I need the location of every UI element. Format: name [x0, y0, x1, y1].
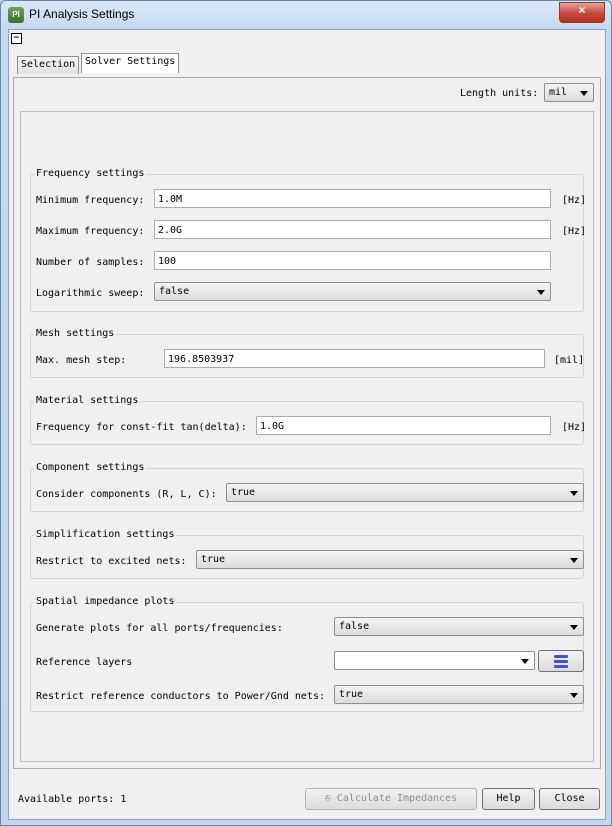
frequency-settings-group: Frequency settings Minimum frequency: 1.…: [30, 168, 587, 312]
reference-layers-button[interactable]: [538, 650, 584, 672]
consider-components-value: true: [231, 487, 256, 498]
generate-plots-label: Generate plots for all ports/frequencies…: [36, 623, 283, 634]
collapse-icon[interactable]: −: [11, 33, 22, 44]
group-title: Material settings: [34, 395, 141, 406]
consider-components-select[interactable]: true: [226, 483, 584, 502]
log-sweep-value: false: [159, 286, 190, 297]
group-title: Mesh settings: [34, 328, 117, 339]
chevron-down-icon: [521, 659, 529, 664]
settings-scroll-area: Frequency settings Minimum frequency: 1.…: [20, 111, 594, 762]
restrict-reference-select[interactable]: true: [334, 685, 584, 704]
app-icon: PI: [8, 7, 24, 23]
min-frequency-label: Minimum frequency:: [36, 195, 145, 206]
min-frequency-unit: [Hz]: [562, 195, 587, 206]
solver-settings-panel: Length units: mil Frequency settings Min…: [13, 77, 601, 769]
calculate-impedances-label: Calculate Impedances: [336, 793, 458, 804]
help-button[interactable]: Help: [482, 788, 535, 810]
group-title: Frequency settings: [34, 168, 147, 179]
consider-components-label: Consider components (R, L, C):: [36, 489, 217, 500]
chevron-down-icon: [537, 290, 545, 295]
min-frequency-input[interactable]: 1.0M: [154, 189, 551, 208]
log-sweep-select[interactable]: false: [154, 282, 551, 301]
group-title: Spatial impedance plots: [34, 596, 177, 607]
mesh-step-label: Max. mesh step:: [36, 355, 127, 366]
restrict-reference-value: true: [339, 689, 364, 700]
max-frequency-label: Maximum frequency:: [36, 226, 145, 237]
available-ports-text: Available ports: 1: [18, 794, 127, 805]
client-area: − Selection Solver Settings Length units…: [8, 29, 606, 820]
tab-selection[interactable]: Selection: [17, 56, 80, 74]
close-button[interactable]: Close: [539, 788, 600, 810]
chevron-down-icon: [570, 693, 578, 698]
group-title: Simplification settings: [34, 529, 177, 540]
calculate-impedances-button[interactable]: ✇ Calculate Impedances: [305, 788, 477, 810]
tab-solver-settings[interactable]: Solver Settings: [81, 53, 180, 73]
reference-layers-select[interactable]: [334, 651, 535, 670]
mesh-settings-group: Mesh settings Max. mesh step: 196.850393…: [30, 328, 585, 378]
window-title: PI Analysis Settings: [29, 7, 135, 21]
max-frequency-unit: [Hz]: [562, 226, 587, 237]
chevron-down-icon: [570, 625, 578, 630]
component-settings-group: Component settings Consider components (…: [30, 462, 584, 512]
length-units-value: mil: [549, 87, 568, 98]
restrict-reference-label: Restrict reference conductors to Power/G…: [36, 691, 325, 702]
group-title: Component settings: [34, 462, 147, 473]
reference-layers-label: Reference layers: [36, 657, 133, 668]
mesh-step-input[interactable]: 196.8503937: [164, 349, 545, 368]
chevron-down-icon: [570, 491, 578, 496]
restrict-excited-nets-value: true: [201, 554, 226, 565]
restrict-excited-nets-label: Restrict to excited nets:: [36, 556, 187, 567]
mesh-step-unit: [mil]: [554, 355, 585, 366]
dialog-window: PI PI Analysis Settings × − Selection So…: [0, 0, 612, 826]
spatial-impedance-group: Spatial impedance plots Generate plots f…: [30, 596, 584, 712]
max-frequency-input[interactable]: 2.0G: [154, 220, 551, 239]
generate-plots-value: false: [339, 621, 370, 632]
window-close-button[interactable]: ×: [559, 2, 605, 23]
restrict-excited-nets-select[interactable]: true: [196, 550, 584, 569]
generate-plots-select[interactable]: false: [334, 617, 584, 636]
simplification-settings-group: Simplification settings Restrict to exci…: [30, 529, 584, 579]
const-fit-frequency-unit: [Hz]: [562, 422, 587, 433]
chevron-down-icon: [570, 558, 578, 563]
length-units-select[interactable]: mil: [544, 83, 594, 102]
chevron-down-icon: [580, 91, 588, 96]
fan-icon: ✇: [324, 793, 337, 804]
length-units-label: Length units:: [460, 88, 539, 99]
material-settings-group: Material settings Frequency for const-fi…: [30, 395, 587, 445]
const-fit-frequency-label: Frequency for const-fit tan(delta):: [36, 422, 247, 433]
const-fit-frequency-input[interactable]: 1.0G: [256, 416, 551, 435]
log-sweep-label: Logarithmic sweep:: [36, 288, 145, 299]
samples-input[interactable]: 100: [154, 251, 551, 270]
title-bar: PI PI Analysis Settings ×: [1, 1, 611, 29]
samples-label: Number of samples:: [36, 257, 145, 268]
